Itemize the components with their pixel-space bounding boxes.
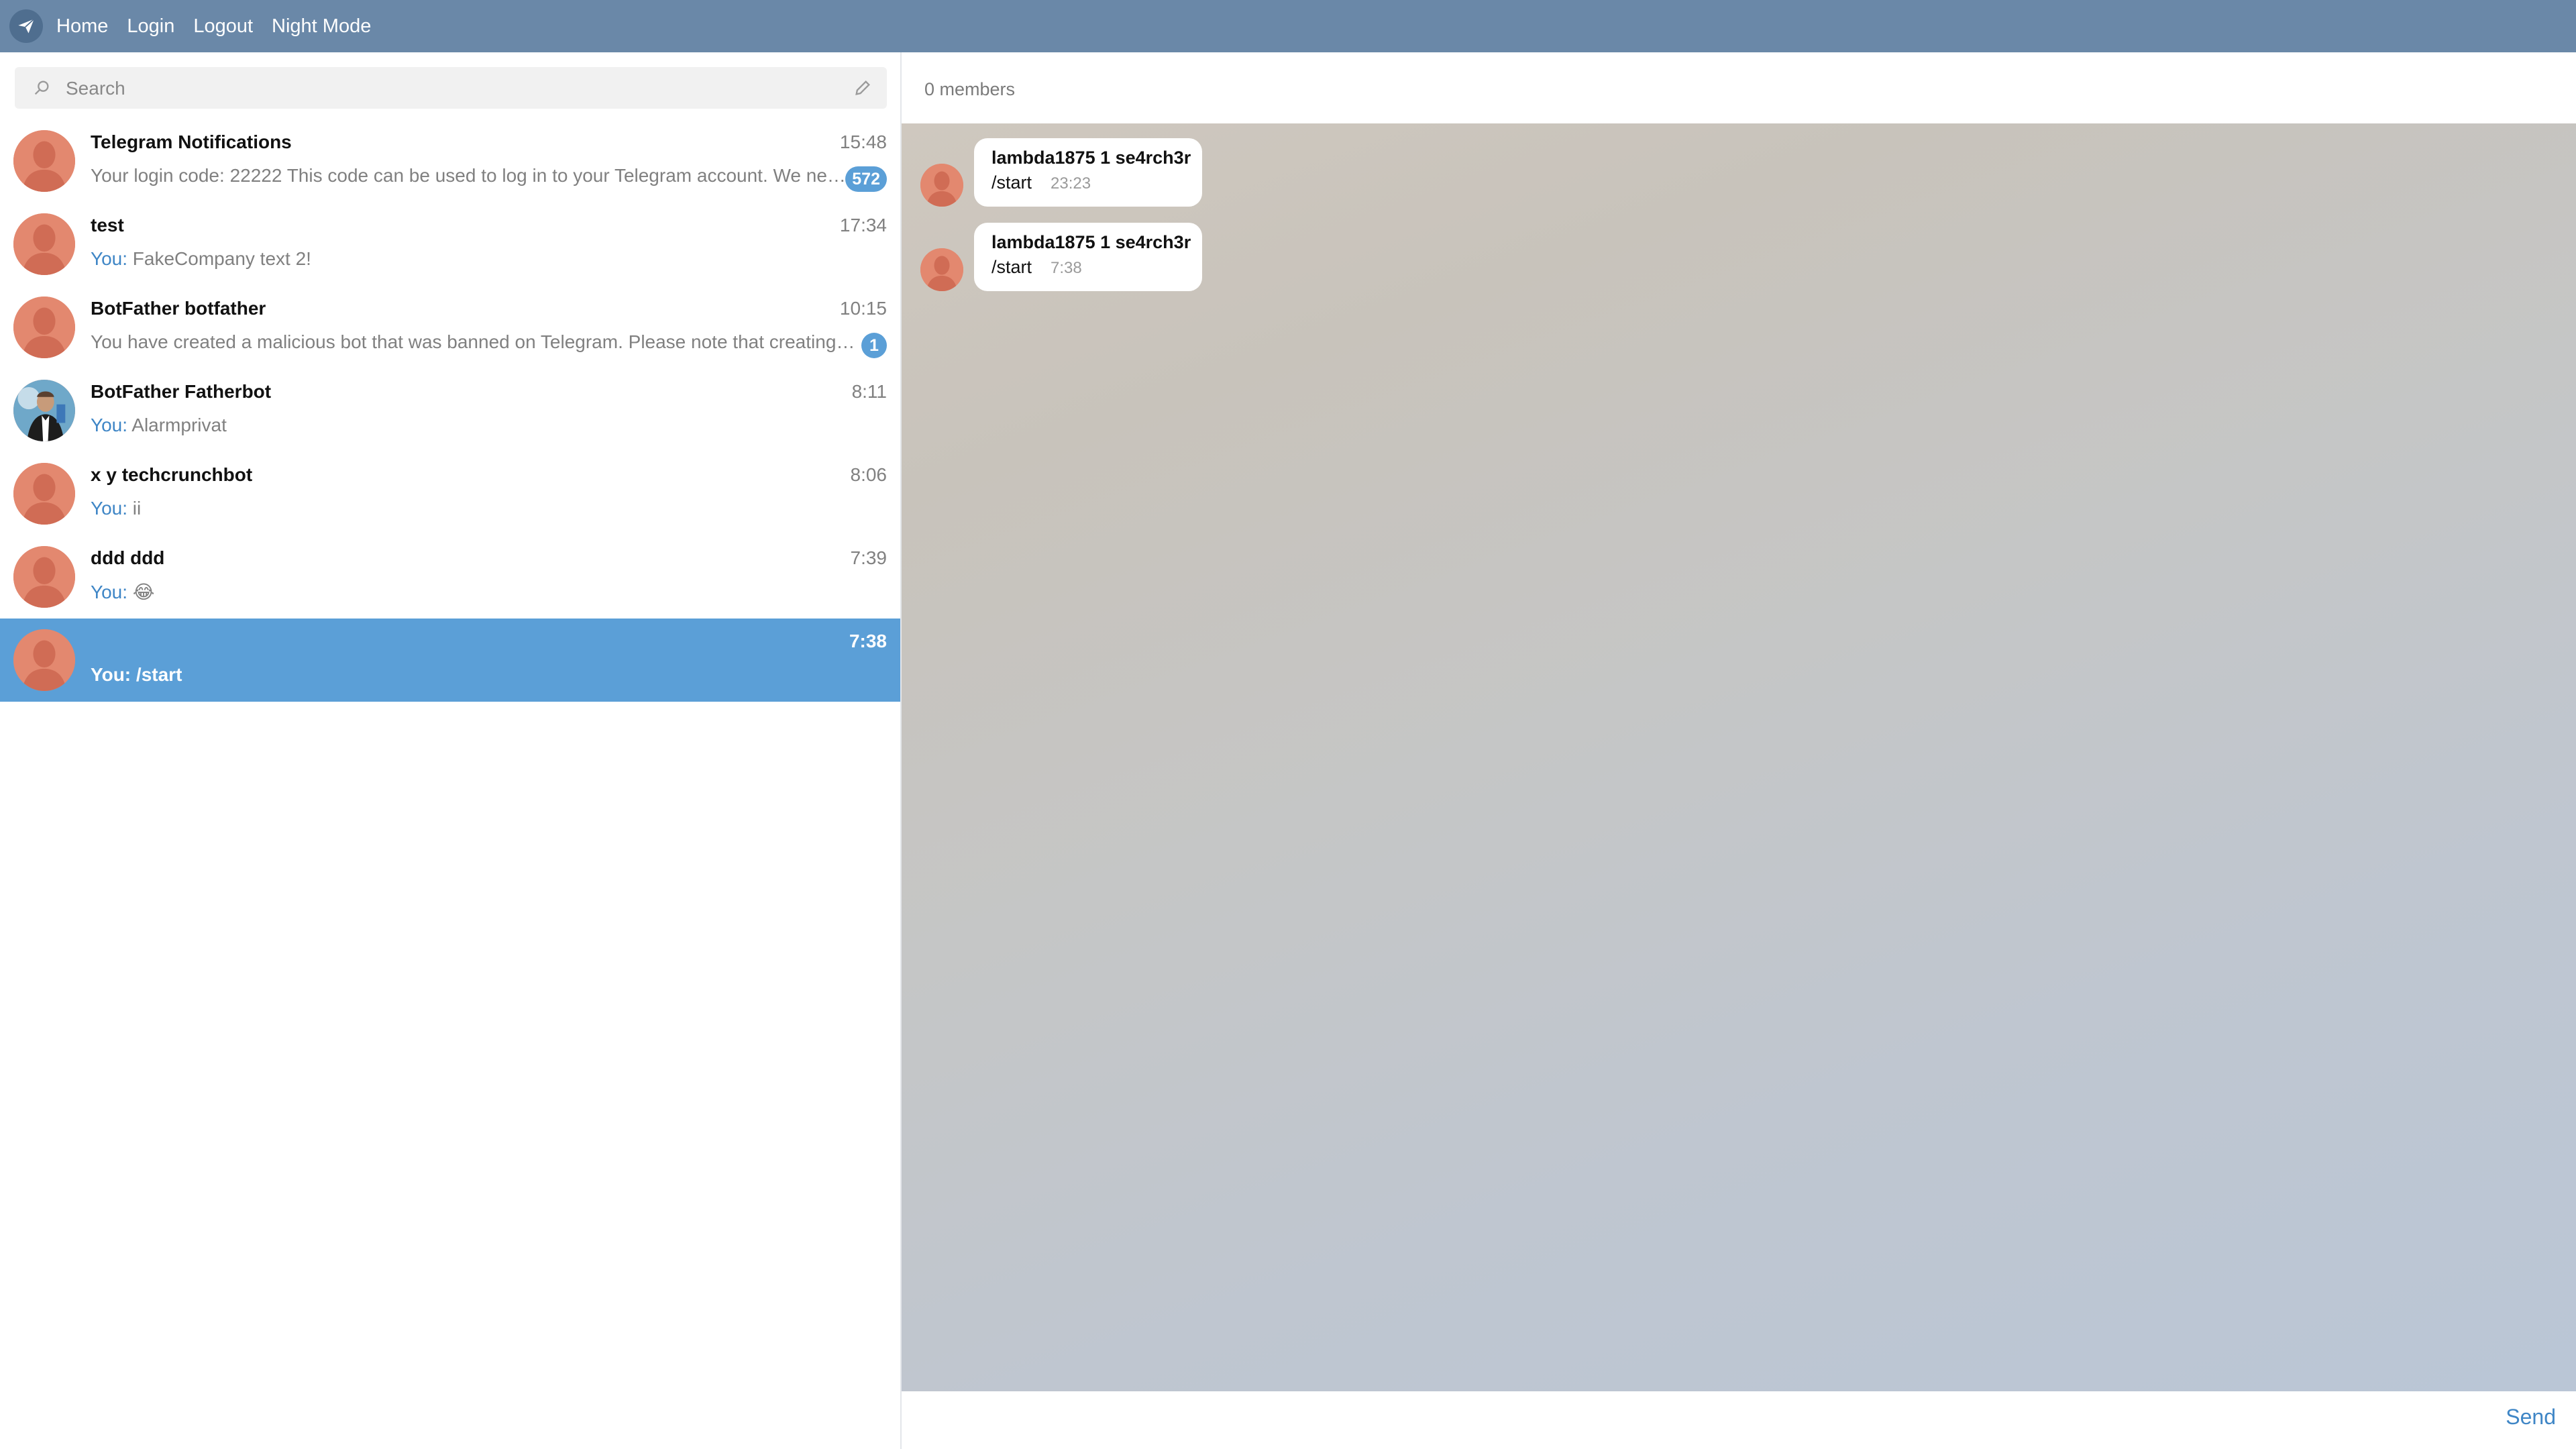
search-icon [34, 80, 49, 95]
preview-text: Your login code: 22222 This code can be … [91, 165, 847, 186]
chat-list-item[interactable]: test 17:34 You: FakeCompany text 2! [0, 203, 900, 286]
chat-name: Telegram Notifications [91, 131, 292, 152]
chat-preview: You: /start [91, 664, 853, 686]
chat-list-item[interactable]: Telegram Notifications 15:48 Your login co… [0, 119, 900, 203]
contact-photo-avatar [13, 380, 75, 441]
preview-text: /start [131, 664, 182, 685]
message-time: 23:23 [1051, 174, 1091, 193]
nav-login-link[interactable]: Login [127, 15, 174, 38]
search-input[interactable] [64, 67, 839, 110]
default-avatar-icon [13, 130, 75, 192]
message-author[interactable]: lambda1875 1 se4rch3r [991, 148, 1191, 168]
message-composer: Send [902, 1391, 2576, 1449]
chat-preview: You have created a malicious bot that wa… [91, 331, 860, 353]
unread-badge: 572 [845, 166, 887, 192]
chat-time: 10:15 [839, 298, 887, 319]
chat-time: 7:39 [850, 547, 888, 568]
preview-text: 😂 [127, 582, 155, 602]
chat-messages-area: lambda1875 1 se4rch3r/start 23:23 lambda18… [902, 123, 2576, 1391]
preview-text: FakeCompany text 2! [127, 248, 311, 269]
chat-sidebar: Telegram Notifications 15:48 Your login co… [0, 52, 902, 1449]
nav-home-link[interactable]: Home [56, 15, 108, 38]
chat-preview: You: ii [91, 498, 853, 519]
chat-time: 8:06 [850, 464, 888, 485]
chat-preview: You: FakeCompany text 2! [91, 248, 853, 270]
chat-list-item[interactable]: ddd ddd 7:39 You: 😂 [0, 535, 900, 619]
chat-name: BotFather botfather [91, 298, 266, 319]
preview-text: Alarmprivat [127, 415, 227, 435]
send-button[interactable]: Send [2506, 1405, 2556, 1430]
chat-list-item[interactable]: BotFather botfather 10:15 You have created… [0, 286, 900, 369]
chat-list-item[interactable]: BotFather Fatherbot 8:11 You: Alarmprivat [0, 369, 900, 452]
members-count: 0 members [924, 79, 1016, 99]
chat-list-item[interactable]: 7:38 You: /start [0, 619, 900, 702]
chat-preview: You: Alarmprivat [91, 415, 853, 436]
chat-time: 15:48 [839, 131, 887, 152]
preview-text: You have created a malicious bot that wa… [91, 331, 860, 352]
you-prefix: You: [91, 582, 128, 602]
message-line: /start 23:23 [991, 172, 1185, 193]
chat-preview: You: 😂 [91, 581, 853, 603]
chat-list: Telegram Notifications 15:48 Your login co… [0, 119, 900, 702]
message-author[interactable]: lambda1875 1 se4rch3r [991, 232, 1191, 253]
you-prefix: You: [91, 415, 128, 435]
message-avatar-icon[interactable] [920, 164, 963, 207]
message-avatar-icon[interactable] [920, 248, 963, 291]
chat-name: BotFather Fatherbot [91, 381, 272, 402]
message-text: /start [991, 172, 1032, 193]
unread-badge: 1 [861, 333, 887, 358]
default-avatar-icon [13, 629, 75, 691]
chat-name: ddd ddd [91, 547, 165, 568]
telegram-logo-icon[interactable] [9, 9, 43, 43]
message-text: /start [991, 257, 1032, 277]
nav-logout-link[interactable]: Logout [193, 15, 253, 38]
chat-name: test [91, 215, 124, 235]
chat-header: 0 members [902, 52, 2576, 124]
chat-time: 17:34 [839, 215, 887, 235]
preview-text: ii [127, 498, 142, 519]
default-avatar-icon [13, 463, 75, 525]
nav-night-mode-link[interactable]: Night Mode [272, 15, 371, 38]
chat-time: 7:38 [849, 631, 887, 651]
chat-time: 8:11 [851, 381, 887, 402]
chat-name: x y techcrunchbot [91, 464, 253, 485]
default-avatar-icon [13, 546, 75, 608]
message-bubble: lambda1875 1 se4rch3r/start 7:38 [974, 223, 1202, 291]
chat-list-item[interactable]: x y techcrunchbot 8:06 You: ii [0, 452, 900, 535]
you-prefix: You: [91, 248, 128, 269]
you-prefix: You: [91, 664, 131, 685]
compose-pencil-icon[interactable] [853, 78, 872, 97]
top-navbar: Home Login Logout Night Mode [0, 0, 2576, 52]
message-bubble: lambda1875 1 se4rch3r/start 23:23 [974, 138, 1202, 207]
message-line: /start 7:38 [991, 257, 1185, 278]
message-time: 7:38 [1051, 259, 1082, 277]
you-prefix: You: [91, 498, 128, 519]
search-box [15, 67, 887, 110]
chat-preview: Your login code: 22222 This code can be … [91, 165, 847, 186]
message-row: lambda1875 1 se4rch3r/start 23:23 [920, 138, 1216, 207]
default-avatar-icon [13, 213, 75, 275]
message-input[interactable] [922, 1401, 2467, 1441]
message-row: lambda1875 1 se4rch3r/start 7:38 [920, 223, 1216, 291]
default-avatar-icon [13, 297, 75, 358]
